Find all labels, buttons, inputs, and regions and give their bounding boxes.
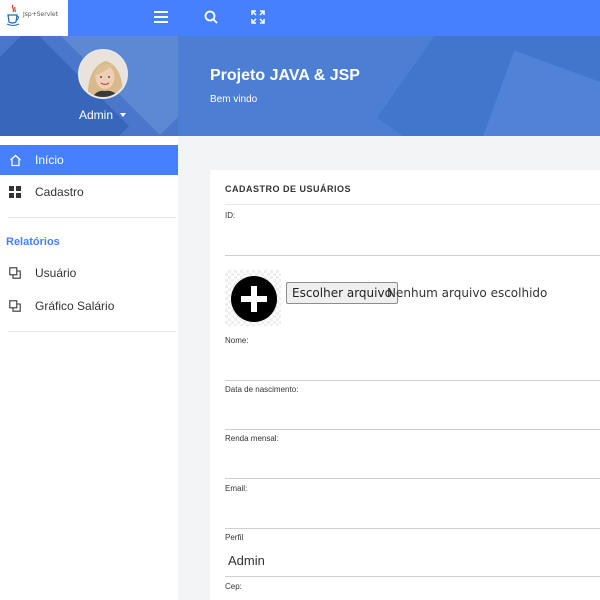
sidebar-item-grafico-salario[interactable]: Gráfico Salário (0, 291, 178, 321)
nascimento-label: Data de nascimento: (225, 385, 299, 394)
perfil-select[interactable]: Admin (228, 553, 265, 568)
renda-field[interactable] (225, 478, 600, 479)
java-cup-icon (6, 4, 20, 26)
user-menu-toggle[interactable]: Admin (79, 108, 127, 122)
sidebar-item-label: Início (35, 153, 64, 167)
divider (8, 331, 176, 332)
copy-icon (8, 299, 22, 313)
card-title: CADASTRO DE USUÁRIOS (225, 184, 352, 194)
page-subtitle: Bem vindo (210, 94, 258, 105)
email-field[interactable] (225, 528, 600, 529)
page-title: Projeto JAVA & JSP (210, 67, 360, 84)
sidebar-item-label: Usuário (35, 266, 77, 280)
nome-label: Nome: (225, 336, 249, 345)
nome-field[interactable] (225, 380, 600, 381)
sidebar-item-inicio[interactable]: Início (0, 145, 178, 175)
caret-down-icon (120, 113, 127, 117)
grid-icon (8, 185, 22, 199)
logo-text: Jsp+Servlet (23, 11, 58, 18)
sidebar-item-cadastro[interactable]: Cadastro (0, 177, 178, 207)
search-icon[interactable] (199, 5, 223, 29)
user-name: Admin (79, 108, 114, 122)
section-title-relatorios: Relatórios (6, 236, 60, 248)
top-navbar: Jsp+Servlet (0, 0, 600, 36)
cep-label: Cep: (225, 582, 242, 591)
file-status: Nenhum arquivo escolhido (387, 286, 548, 300)
avatar[interactable] (78, 49, 128, 99)
sidebar-item-usuario[interactable]: Usuário (0, 258, 178, 288)
sidebar: Início Cadastro Relatórios Usuário Gráfi… (0, 136, 178, 600)
renda-label: Renda mensal: (225, 434, 279, 443)
nascimento-field[interactable] (225, 429, 600, 430)
divider (8, 217, 176, 218)
logo[interactable]: Jsp+Servlet (0, 0, 68, 36)
copy-icon (8, 266, 22, 280)
perfil-label: Perfil (225, 533, 244, 542)
page-header: Projeto JAVA & JSP Bem vindo (178, 36, 600, 136)
photo-preview (225, 270, 281, 326)
perfil-underline (225, 576, 600, 577)
fullscreen-icon[interactable] (246, 5, 270, 29)
user-form-card: CADASTRO DE USUÁRIOS ID: Escolher arquiv… (210, 170, 600, 600)
id-field[interactable] (225, 255, 600, 256)
id-label: ID: (225, 211, 236, 220)
sidebar-profile: Admin (0, 36, 178, 136)
choose-file-button[interactable]: Escolher arquivo (286, 282, 398, 304)
sidebar-item-label: Cadastro (35, 185, 84, 199)
menu-icon[interactable] (149, 5, 173, 29)
sidebar-item-label: Gráfico Salário (35, 299, 115, 313)
home-icon (8, 153, 22, 167)
divider (225, 204, 600, 205)
add-photo-icon (231, 276, 277, 322)
email-label: Email: (225, 484, 248, 493)
